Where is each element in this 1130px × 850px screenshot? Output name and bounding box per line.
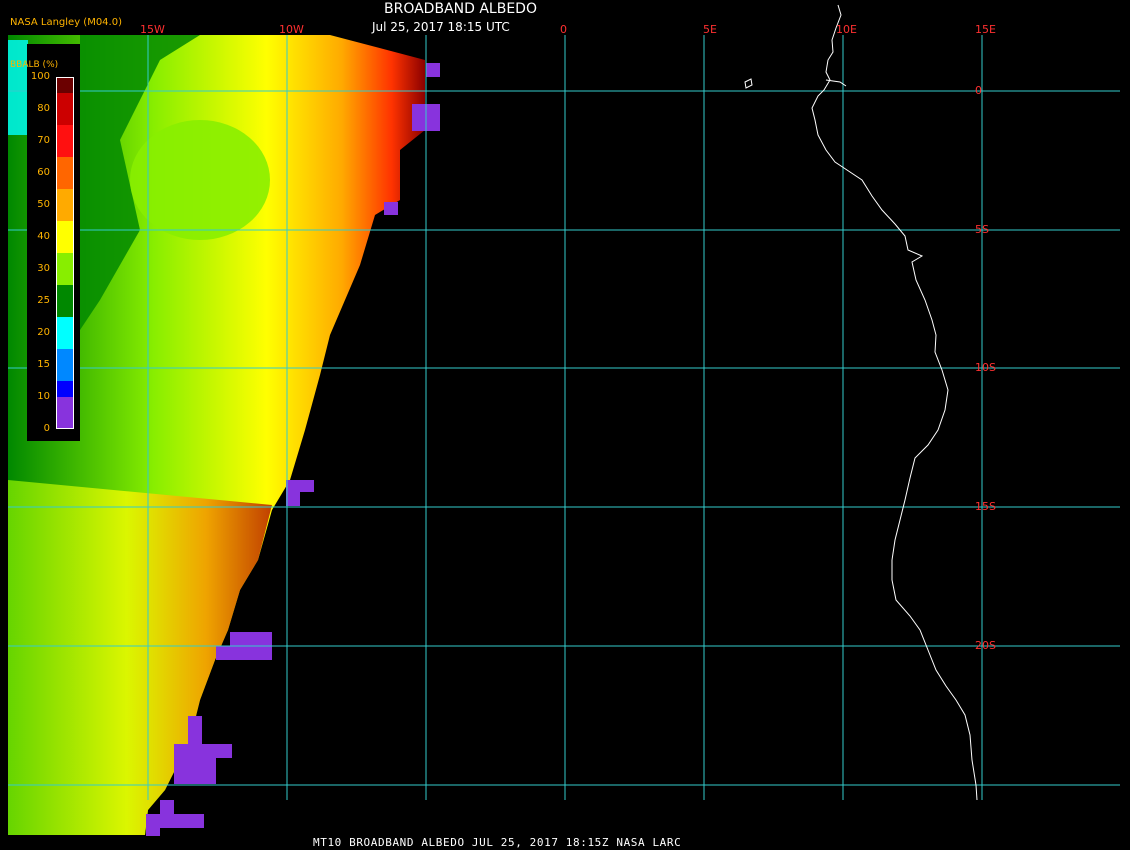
lon-label-15e: 15E — [975, 23, 996, 36]
lon-label-10e: 10E — [836, 23, 857, 36]
cloud-field-cyan — [8, 40, 28, 135]
legend-tick: 10 — [37, 391, 50, 402]
map-datetime: Jul 25, 2017 18:15 UTC — [372, 20, 510, 34]
island-outline — [744, 78, 753, 89]
legend-tick: 100 — [30, 71, 50, 82]
legend-tick: 40 — [37, 231, 50, 242]
legend-tick: 60 — [37, 167, 50, 178]
legend-tick: 15 — [37, 359, 50, 370]
legend-tick: 20 — [37, 327, 50, 338]
lat-label-10s: 10S — [975, 361, 996, 374]
lon-label-15w: 15W — [140, 23, 165, 36]
legend-tick: 50 — [37, 199, 50, 210]
map-title: BROADBAND ALBEDO — [384, 1, 537, 17]
lat-label-20s: 20S — [975, 639, 996, 652]
legend-tick: 70 — [37, 135, 50, 146]
legend-tick: 25 — [37, 295, 50, 306]
coastline — [811, 4, 978, 801]
credit-label: NASA Langley (M04.0) — [10, 17, 122, 28]
legend-title: BBALB (%) — [10, 60, 59, 70]
lat-label-0: 0 — [975, 84, 982, 97]
color-legend: BBALB (%) 100 80 70 60 50 40 30 25 20 15… — [10, 44, 80, 441]
lon-label-5e: 5E — [703, 23, 717, 36]
lon-label-0: 0 — [560, 23, 567, 36]
lat-label-15s: 15S — [975, 500, 996, 513]
footer-caption: MT10 BROADBAND ALBEDO JUL 25, 2017 18:15… — [313, 836, 682, 849]
map-viewer: NASA Langley (M04.0) BROADBAND ALBEDO Ju… — [0, 0, 1130, 850]
legend-tick: 80 — [37, 103, 50, 114]
lat-label-5s: 5S — [975, 223, 989, 236]
lon-label-10w: 10W — [279, 23, 304, 36]
cloud-field-light — [130, 120, 270, 240]
legend-tick: 0 — [43, 423, 50, 434]
albedo-map — [8, 4, 1120, 836]
legend-frame — [56, 77, 74, 429]
legend-tick: 30 — [37, 263, 50, 274]
